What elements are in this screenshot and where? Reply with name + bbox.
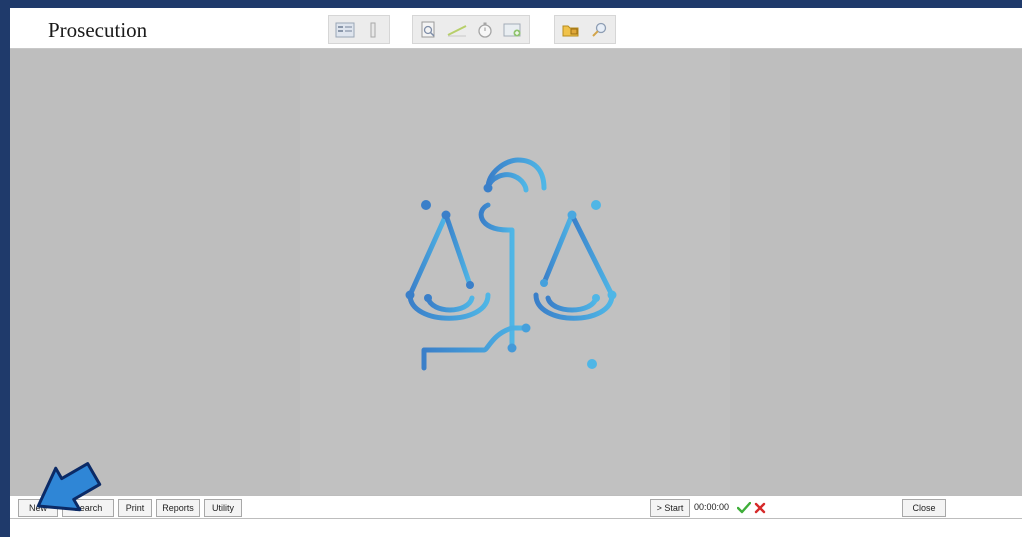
timer-display: 00:00:00 <box>694 502 730 512</box>
green-check-icon[interactable] <box>736 499 752 517</box>
start-button[interactable]: > Start <box>650 499 690 517</box>
scales-of-justice-icon <box>396 150 626 385</box>
document-search-icon[interactable] <box>417 19 441 41</box>
list-view-icon[interactable] <box>333 19 357 41</box>
bookmark-icon[interactable] <box>361 19 385 41</box>
folder-lock-icon[interactable] <box>559 19 583 41</box>
timer-icon[interactable] <box>473 19 497 41</box>
header-bar: Prosecution <box>10 8 1022 49</box>
status-bar <box>10 519 1022 537</box>
toolbar-group-secure <box>554 15 616 44</box>
reports-button[interactable]: Reports <box>156 499 200 517</box>
close-button[interactable]: Close <box>902 499 946 517</box>
search-key-icon[interactable] <box>587 19 611 41</box>
red-x-icon[interactable] <box>752 499 768 517</box>
bottom-toolbar: New Search Print Reports Utility > Start… <box>10 495 1022 519</box>
page-title: Prosecution <box>48 18 148 42</box>
blue-arrow-pointer-icon <box>24 462 134 531</box>
edit-line-icon[interactable] <box>445 19 469 41</box>
utility-button[interactable]: Utility <box>204 499 242 517</box>
toolbar-group-view <box>328 15 390 44</box>
image-add-icon[interactable] <box>501 19 525 41</box>
toolbar-group-tools <box>412 15 530 44</box>
